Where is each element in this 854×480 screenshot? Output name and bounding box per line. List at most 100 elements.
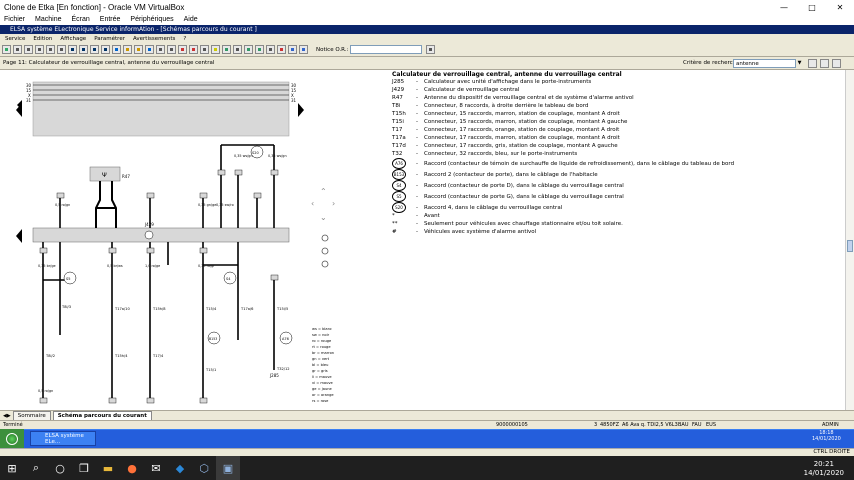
connector-pin — [39, 397, 48, 404]
menu-ecran[interactable]: Écran — [71, 16, 89, 23]
green-tool-icon[interactable] — [222, 45, 231, 54]
document-icon[interactable] — [24, 45, 33, 54]
car-icon[interactable] — [244, 45, 253, 54]
pan-down-icon[interactable]: ⌄ — [320, 213, 327, 222]
connector-pin — [199, 247, 208, 254]
wrench-icon[interactable] — [255, 45, 264, 54]
up-arrow-icon[interactable] — [145, 45, 154, 54]
menu-fichier[interactable]: Fichier — [4, 16, 25, 23]
legend-row: A76- Raccord (contacteur de témoin de sur… — [392, 158, 734, 169]
question-icon[interactable] — [134, 45, 143, 54]
color-code: bl = bleu — [312, 363, 328, 367]
list-icon[interactable] — [156, 45, 165, 54]
tab-schema[interactable]: Schéma parcours du courant — [52, 411, 152, 420]
legend-row: S5- Raccord (contacteur de porte G), dans… — [392, 191, 624, 202]
stop-icon[interactable] — [189, 45, 198, 54]
connector-label: T32/12 — [276, 367, 290, 371]
tab-sommaire[interactable]: Sommaire — [12, 411, 51, 420]
file-explorer-icon[interactable]: ▬ — [96, 456, 120, 480]
virtualbox-icon[interactable]: ⬡ — [192, 456, 216, 480]
connector-pin — [39, 247, 48, 254]
last-page-icon[interactable] — [101, 45, 110, 54]
table-icon[interactable] — [167, 45, 176, 54]
menu-entree[interactable]: Entrée — [100, 16, 121, 23]
globe-icon[interactable] — [288, 45, 297, 54]
notice-label: Notice O.R.: — [316, 46, 349, 53]
home-icon[interactable] — [2, 45, 11, 54]
connector-label: T15/4 — [205, 307, 217, 311]
antenna-icon: Ψ — [102, 172, 107, 179]
task-view-icon[interactable]: ❐ — [72, 456, 96, 480]
diagram-next-arrow-icon[interactable] — [298, 103, 304, 117]
zoom-fit-icon[interactable] — [321, 247, 329, 255]
guest-start-button[interactable] — [0, 429, 24, 448]
warning-icon[interactable] — [211, 45, 220, 54]
windows-start-icon[interactable]: ⊞ — [0, 456, 24, 480]
first-page-icon[interactable] — [68, 45, 77, 54]
criteria-select[interactable]: antenne — [733, 59, 803, 68]
ground-symbol — [144, 230, 154, 240]
pan-right-icon[interactable]: › — [332, 199, 335, 208]
legend-row: R47- Antenne du dispositif de verrouillag… — [392, 95, 634, 101]
app-icon[interactable]: ◆ — [168, 456, 192, 480]
color-code: vi = mauve — [312, 381, 334, 385]
pan-left-icon[interactable]: ‹ — [311, 199, 314, 208]
mail-icon[interactable]: ✉ — [144, 456, 168, 480]
minimize-button[interactable]: — — [770, 0, 798, 14]
zoom-out-icon[interactable] — [321, 260, 329, 268]
connector-pin — [234, 169, 243, 176]
bookmark-icon[interactable] — [123, 45, 132, 54]
status-code1: BAU — [678, 422, 689, 428]
notice-go-icon[interactable] — [426, 45, 436, 54]
notice-input[interactable] — [350, 45, 423, 54]
binoculars-icon[interactable] — [820, 59, 829, 68]
vertical-scrollbar[interactable] — [845, 70, 854, 410]
color-code: br = marron — [312, 351, 334, 355]
elsa-menu-avertissements[interactable]: Avertissements — [133, 36, 175, 42]
prev-page-icon[interactable] — [79, 45, 88, 54]
guest-taskbar-item[interactable]: ELSA système ELe... — [30, 431, 96, 446]
elsa-menu-parametrer[interactable]: Paramétrer — [94, 36, 125, 42]
next-page-icon[interactable] — [90, 45, 99, 54]
zoom-in-icon[interactable] — [321, 234, 329, 242]
elsa-menu-edition[interactable]: Edition — [33, 36, 52, 42]
info-icon[interactable] — [112, 45, 121, 54]
vm-window-icon[interactable]: ▣ — [216, 456, 240, 480]
menu-peripheriques[interactable]: Périphériques — [130, 16, 173, 23]
diagram-icon[interactable] — [200, 45, 209, 54]
calc-icon[interactable] — [266, 45, 275, 54]
gear-icon[interactable] — [233, 45, 242, 54]
elsa-menu-service[interactable]: Service — [5, 36, 25, 42]
diagram-prev-arrow-icon[interactable] — [16, 229, 22, 243]
elsa-window-title: ELSA système ELectronique Service inform… — [10, 26, 257, 33]
firefox-icon[interactable]: ● — [120, 456, 144, 480]
connector-label: T15h/4 — [114, 354, 128, 358]
copy-icon[interactable] — [35, 45, 44, 54]
search-icon[interactable]: ⌕ — [24, 456, 48, 480]
status-user: ADMIN — [822, 422, 839, 428]
elsa-menu-help[interactable]: ? — [183, 36, 186, 42]
print-icon[interactable] — [57, 45, 66, 54]
pan-up-icon[interactable]: ⌃ — [320, 187, 327, 196]
wire — [111, 181, 117, 228]
maximize-button[interactable]: □ — [798, 0, 826, 14]
scrollbar-thumb[interactable] — [847, 240, 853, 252]
connector-pin — [146, 397, 155, 404]
legend-row: J285- Calculateur avec unité d'affichage … — [392, 79, 592, 85]
search-next-icon[interactable] — [832, 59, 841, 68]
connector-label: T15h/8 — [152, 307, 166, 311]
menu-aide[interactable]: Aide — [184, 16, 198, 23]
folder-icon[interactable] — [13, 45, 22, 54]
cortana-icon[interactable]: ○ — [48, 456, 72, 480]
elsa-menu-affichage[interactable]: Affichage — [60, 36, 86, 42]
paste-icon[interactable] — [46, 45, 55, 54]
search-icon[interactable] — [808, 59, 817, 68]
help-circle-icon[interactable] — [299, 45, 308, 54]
menu-machine[interactable]: Machine — [35, 16, 61, 23]
tab-next-icon[interactable]: ▶ — [7, 413, 11, 419]
search-red-icon[interactable] — [277, 45, 286, 54]
chevron-down-icon[interactable]: ▼ — [795, 59, 803, 68]
close-button[interactable]: ✕ — [826, 0, 854, 14]
red-tool-icon[interactable] — [178, 45, 187, 54]
connector-pin — [56, 192, 65, 199]
